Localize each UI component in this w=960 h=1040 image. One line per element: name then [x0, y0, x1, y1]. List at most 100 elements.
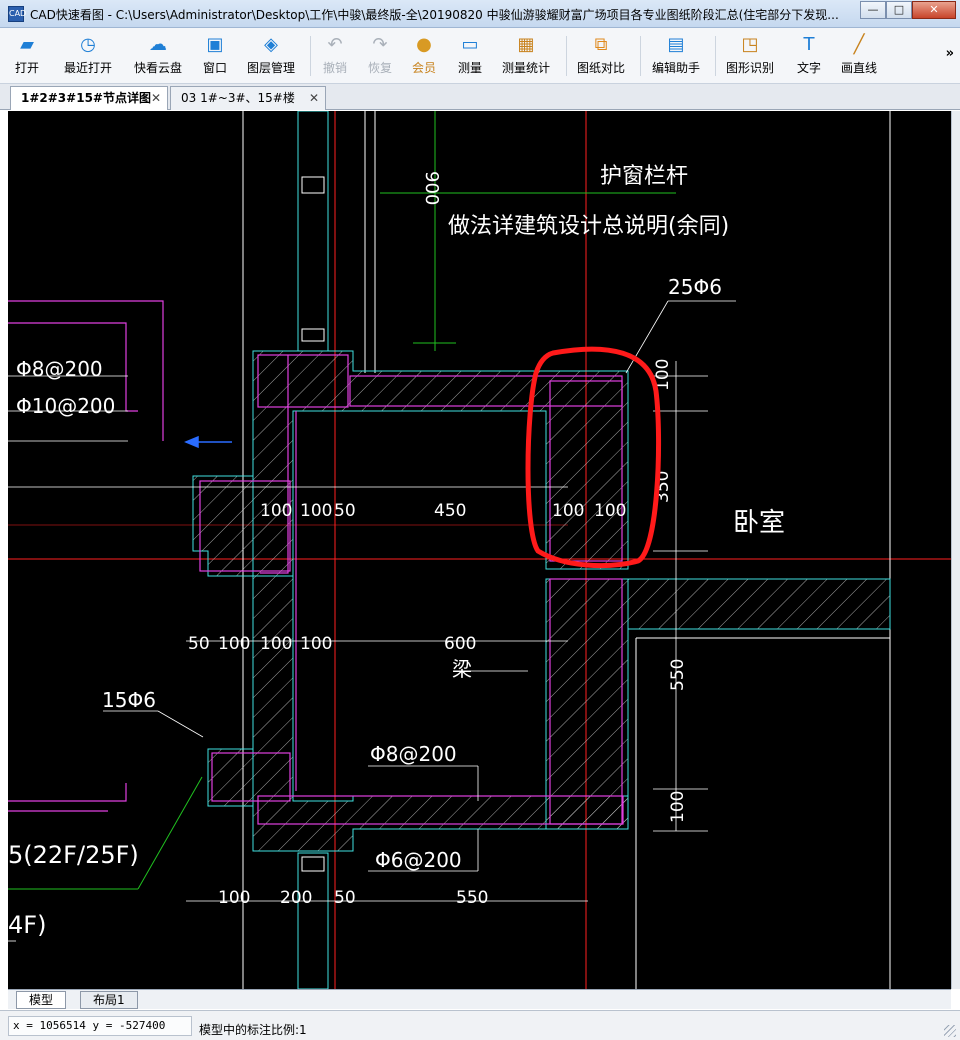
- rebar-phi8-bottom: Φ8@200: [370, 742, 457, 766]
- bedroom-label: 卧室: [733, 508, 785, 538]
- status-bar: x = 1056514 y = -527400 模型中的标注比例:1: [0, 1010, 960, 1040]
- rebar-phi6: Φ6@200: [375, 848, 462, 872]
- resize-grip-icon[interactable]: [944, 1025, 956, 1037]
- window-controls: — □ ✕: [860, 1, 956, 21]
- direction-arrow: [184, 435, 232, 449]
- recent-open-button[interactable]: ◷ 最近打开: [64, 32, 112, 80]
- dim-550: 550: [456, 888, 488, 908]
- toolbar-separator: [310, 36, 311, 76]
- compare-icon: ⧉: [594, 34, 608, 55]
- recent-open-label: 最近打开: [64, 61, 113, 75]
- tab-model[interactable]: 模型: [16, 991, 67, 1009]
- tab-building-plan[interactable]: 03 1#~3#、15#楼 ✕: [170, 86, 326, 110]
- window-label: 窗口: [202, 61, 227, 75]
- layers-icon: ◈: [264, 34, 278, 55]
- draw-line-button[interactable]: ╱ 画直线: [841, 32, 877, 80]
- edit-helper-button[interactable]: ▤ 编辑助手: [652, 32, 700, 80]
- dim-100-h: 100: [218, 888, 250, 908]
- tab-close-icon[interactable]: ✕: [309, 87, 319, 109]
- tab-node-detail[interactable]: 1#2#3#15#节点详图 ✕: [10, 86, 168, 110]
- app-icon: CAD: [8, 6, 26, 22]
- restore-button[interactable]: □: [886, 1, 912, 19]
- measure-stats-icon: ▦: [517, 34, 535, 55]
- compare-button[interactable]: ⧉ 图纸对比: [577, 32, 625, 80]
- cloud-drive-label: 快看云盘: [134, 61, 183, 75]
- vip-icon: ●: [416, 34, 432, 55]
- folder-open-icon: ▰: [20, 34, 34, 55]
- edit-helper-icon: ▤: [667, 34, 685, 55]
- rebar-phi10-left: Φ10@200: [16, 394, 115, 418]
- dim-550-vertical: 550: [668, 659, 688, 691]
- dim-600: 600: [444, 634, 476, 654]
- title-bar: CAD CAD快速看图 - C:\Users\Administrator\Des…: [0, 0, 960, 28]
- close-button[interactable]: ✕: [912, 1, 956, 19]
- redo-icon: ↷: [372, 34, 388, 55]
- beam-label: 梁: [452, 657, 472, 681]
- text-label: 文字: [796, 61, 821, 75]
- main-toolbar: ▰ 打开 ◷ 最近打开 ☁ 快看云盘 ▣ 窗口 ◈ 图层管理 ↶ 撤销 ↷ 恢复…: [0, 28, 960, 84]
- window-frame: [297, 111, 376, 989]
- annotation-scale: 模型中的标注比例:1: [199, 1023, 307, 1037]
- dim-200: 200: [280, 888, 312, 908]
- edit-helper-label: 编辑助手: [652, 61, 701, 75]
- minimize-button[interactable]: —: [860, 1, 886, 19]
- draw-line-label: 画直线: [841, 61, 878, 75]
- floor-note-2: 4F): [8, 911, 46, 939]
- dim-900: 900: [421, 171, 442, 205]
- rebar-phi8-left: Φ8@200: [16, 357, 103, 381]
- dim-50-b: 50: [188, 634, 210, 654]
- measure-stats-label: 测量统计: [502, 61, 551, 75]
- toolbar-separator: [715, 36, 716, 76]
- vip-label: 会员: [411, 61, 436, 75]
- layer-manager-button[interactable]: ◈ 图层管理: [247, 32, 295, 80]
- dim-100-d: 100: [594, 501, 626, 521]
- vertical-scrollbar[interactable]: [951, 111, 960, 989]
- concrete-section: [192, 350, 891, 852]
- window-icon: ▣: [206, 34, 224, 55]
- undo-icon: ↶: [327, 34, 343, 55]
- recent-clock-icon: ◷: [80, 34, 96, 55]
- toolbar-separator: [640, 36, 641, 76]
- cad-drawing: 900 护窗栏杆 做法详建筑设计总说明(余同) 25Φ6 Φ8@200 Φ10@…: [8, 111, 951, 989]
- tab-layout1[interactable]: 布局1: [80, 991, 138, 1009]
- shape-recognize-button[interactable]: ◳ 图形识别: [726, 32, 774, 80]
- open-label: 打开: [14, 61, 39, 75]
- vip-button[interactable]: ● 会员: [411, 32, 437, 80]
- cloud-drive-button[interactable]: ☁ 快看云盘: [134, 32, 182, 80]
- dim-100-vertical: 100: [668, 791, 688, 823]
- redo-label: 恢复: [367, 61, 392, 75]
- cursor-coordinates: x = 1056514 y = -527400: [8, 1016, 192, 1036]
- open-button[interactable]: ▰ 打开: [14, 32, 40, 80]
- measure-stats-button[interactable]: ▦ 测量统计: [502, 32, 550, 80]
- layer-manager-label: 图层管理: [247, 61, 296, 75]
- shape-recognize-icon: ◳: [741, 34, 759, 55]
- line-icon: ╱: [853, 34, 865, 55]
- toolbar-more-button[interactable]: »: [946, 46, 954, 61]
- drawing-canvas[interactable]: 900 护窗栏杆 做法详建筑设计总说明(余同) 25Φ6 Φ8@200 Φ10@…: [8, 111, 951, 989]
- tab-close-icon[interactable]: ✕: [151, 87, 161, 109]
- redo-button[interactable]: ↷ 恢复: [367, 32, 393, 80]
- text-button[interactable]: T 文字: [796, 32, 822, 80]
- undo-label: 撤销: [322, 61, 347, 75]
- compare-label: 图纸对比: [577, 61, 626, 75]
- measure-button[interactable]: ▭ 测量: [457, 32, 483, 80]
- rebar-25: 25Φ6: [668, 275, 722, 299]
- layout-tab-bar: 模型 布局1: [8, 989, 951, 1009]
- tab-node-detail-label: 1#2#3#15#节点详图: [21, 91, 151, 105]
- dim-100-g: 100: [300, 634, 332, 654]
- dim-100-c: 100: [552, 501, 584, 521]
- dim-100-e: 100: [218, 634, 250, 654]
- rail-note: 护窗栏杆: [600, 164, 688, 189]
- ruler-icon: ▭: [461, 34, 479, 55]
- dim-100-a: 100: [260, 501, 292, 521]
- document-tab-bar: 1#2#3#15#节点详图 ✕ 03 1#~3#、15#楼 ✕: [0, 84, 960, 110]
- tab-building-plan-label: 03 1#~3#、15#楼: [181, 91, 295, 105]
- undo-button[interactable]: ↶ 撤销: [322, 32, 348, 80]
- floor-note: 5(22F/25F): [8, 841, 139, 869]
- rebar-15: 15Φ6: [102, 688, 156, 712]
- dim-50-a: 50: [334, 501, 356, 521]
- measure-label: 测量: [457, 61, 482, 75]
- axis-lines: [8, 111, 951, 989]
- window-button[interactable]: ▣ 窗口: [202, 32, 228, 80]
- cloud-icon: ☁: [149, 34, 167, 55]
